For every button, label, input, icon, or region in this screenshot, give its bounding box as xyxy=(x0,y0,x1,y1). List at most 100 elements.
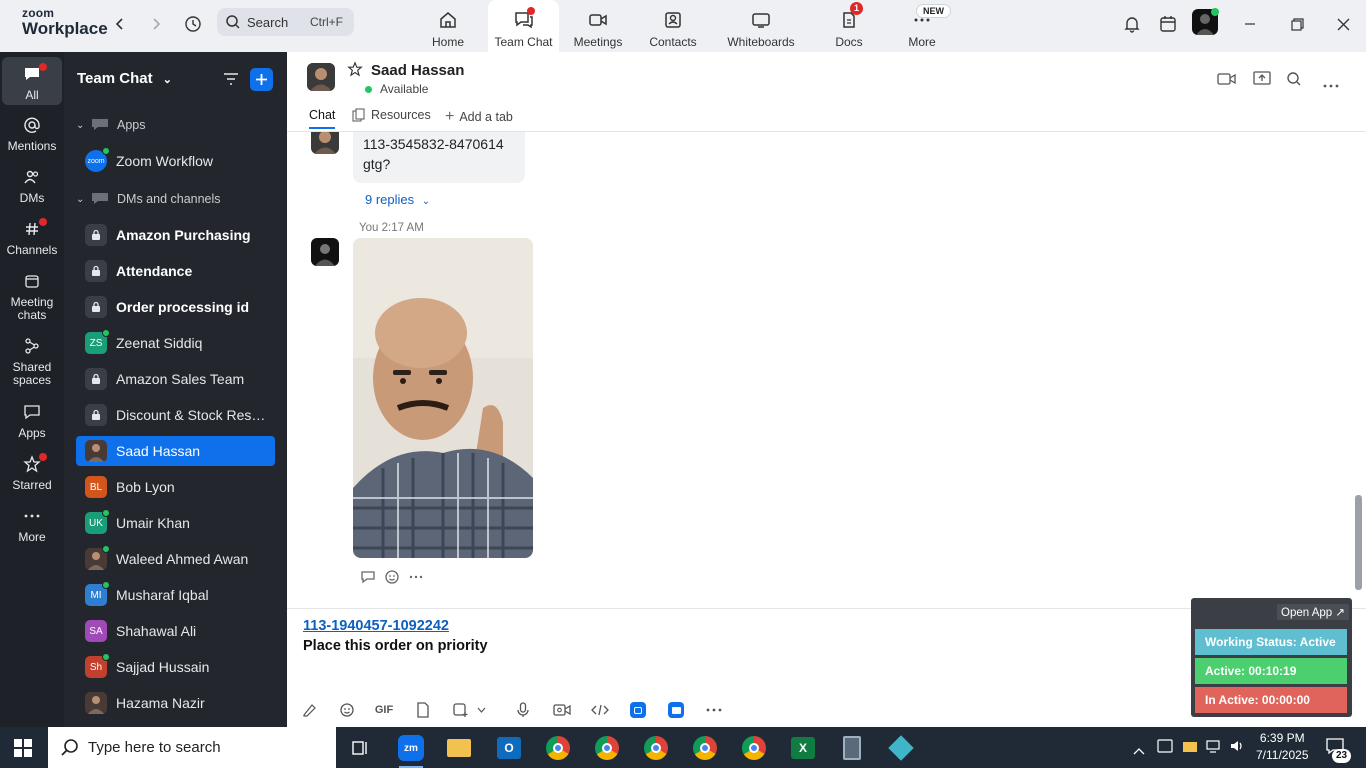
sidebar-item-hazama-nazir[interactable]: Hazama Nazir xyxy=(76,688,275,718)
video-call-icon[interactable] xyxy=(1217,72,1237,91)
app-zoom-workflow[interactable]: zoom Zoom Workflow xyxy=(76,146,275,176)
rail-shared-spaces[interactable]: Shared spaces xyxy=(2,335,62,387)
network-icon[interactable] xyxy=(1205,739,1221,758)
rail-more[interactable]: More xyxy=(2,505,62,544)
app-shortcut-icon[interactable] xyxy=(628,701,648,719)
sidebar-title[interactable]: Team Chat ⌄ xyxy=(77,70,172,87)
tab-chat[interactable]: Chat xyxy=(309,108,336,129)
open-app-button[interactable]: Open App ↗ xyxy=(1277,604,1349,620)
video-message-icon[interactable] xyxy=(552,701,572,719)
task-view-icon[interactable] xyxy=(345,733,375,763)
zoom-taskbar-icon[interactable]: zm xyxy=(396,733,426,768)
volume-icon[interactable] xyxy=(1229,739,1245,758)
tray-app-icon[interactable] xyxy=(1157,739,1173,758)
sidebar-item-amazon-sales-team[interactable]: Amazon Sales Team xyxy=(76,364,275,394)
add-tab-button[interactable]: + Add a tab xyxy=(445,108,513,126)
contact-avatar[interactable] xyxy=(307,63,335,91)
chrome-profile-4-icon[interactable] xyxy=(690,733,720,763)
share-screen-icon[interactable] xyxy=(1253,70,1271,91)
excel-icon[interactable]: X xyxy=(788,733,818,763)
rail-apps[interactable]: Apps xyxy=(2,401,62,440)
back-icon[interactable] xyxy=(108,12,132,36)
sidebar-item-umair-khan[interactable]: UK Umair Khan xyxy=(76,508,275,538)
dms-section-header[interactable]: ⌄ DMs and channels xyxy=(76,192,221,206)
rail-all[interactable]: All xyxy=(2,57,62,105)
sidebar-item-amazon-purchasing[interactable]: Amazon Purchasing xyxy=(76,220,275,250)
star-icon[interactable] xyxy=(347,61,363,82)
contact-name[interactable]: Saad Hassan xyxy=(371,62,464,79)
sidebar-item-saad-hassan[interactable]: Saad Hassan xyxy=(76,436,275,466)
add-reaction-icon[interactable] xyxy=(383,568,401,586)
tray-folder-icon[interactable] xyxy=(1182,739,1198,758)
composer-order-link[interactable]: 113-1940457-1092242 xyxy=(303,618,449,634)
rail-meeting-chats[interactable]: Meeting chats xyxy=(2,270,62,322)
sidebar-item-order-processing-id[interactable]: Order processing id xyxy=(76,292,275,322)
search-icon[interactable] xyxy=(1286,71,1302,92)
microphone-icon[interactable] xyxy=(513,701,533,719)
chevron-down-icon[interactable] xyxy=(475,701,487,719)
tab-team-chat[interactable]: Team Chat xyxy=(488,0,559,52)
chat-scrollbar[interactable] xyxy=(1355,495,1362,590)
show-hidden-icons-icon[interactable] xyxy=(1133,742,1145,760)
plus-icon xyxy=(256,74,267,85)
screenshot-icon[interactable] xyxy=(450,701,470,719)
chrome-icon[interactable] xyxy=(543,733,573,763)
message-more-icon[interactable] xyxy=(407,568,425,586)
sidebar-item-waleed-ahmed-awan[interactable]: Waleed Ahmed Awan xyxy=(76,544,275,574)
filter-icon[interactable] xyxy=(222,71,240,92)
more-tools-icon[interactable] xyxy=(704,701,724,719)
message-list: 113-3545832-8470614 gtg? 9 replies ⌄ You… xyxy=(287,132,1366,608)
app-shortcut-2-icon[interactable] xyxy=(666,701,686,719)
tab-resources[interactable]: Resources xyxy=(352,108,431,122)
calculator-icon[interactable] xyxy=(837,733,867,763)
sidebar-item-discount-stock-reser[interactable]: Discount & Stock Reser... xyxy=(76,400,275,430)
tab-docs[interactable]: 1 Docs xyxy=(823,0,875,52)
tab-home[interactable]: Home xyxy=(421,0,475,52)
reply-in-thread-icon[interactable] xyxy=(359,568,377,586)
message-bubble[interactable]: 113-3545832-8470614 gtg? xyxy=(353,132,525,183)
chrome-profile-2-icon[interactable] xyxy=(592,733,622,763)
gif-button[interactable]: GIF xyxy=(373,701,395,719)
search-input[interactable]: Search Ctrl+F xyxy=(217,8,354,36)
rail-dms[interactable]: DMs xyxy=(2,166,62,205)
restore-icon[interactable] xyxy=(1285,12,1309,36)
composer-text[interactable]: Place this order on priority xyxy=(303,638,488,654)
apps-section-header[interactable]: ⌄ Apps xyxy=(76,118,146,132)
sidebar-item-sajjad-hussain[interactable]: Sh Sajjad Hussain xyxy=(76,652,275,682)
sidebar-item-label: Order processing id xyxy=(116,299,250,315)
sidebar-item-attendance[interactable]: Attendance xyxy=(76,256,275,286)
sidebar-item-bob-lyon[interactable]: BL Bob Lyon xyxy=(76,472,275,502)
sidebar-item-shahawal-ali[interactable]: SA Shahawal Ali xyxy=(76,616,275,646)
outlook-icon[interactable]: O xyxy=(494,733,524,763)
replies-link[interactable]: 9 replies ⌄ xyxy=(365,192,430,207)
chrome-profile-5-icon[interactable] xyxy=(739,733,769,763)
system-clock[interactable]: 6:39 PM 7/11/2025 xyxy=(1256,730,1309,764)
tab-meetings[interactable]: Meetings xyxy=(571,0,625,52)
tab-more[interactable]: NEW More xyxy=(896,0,951,52)
bell-icon[interactable] xyxy=(1120,12,1144,36)
calendar-icon[interactable] xyxy=(1156,12,1180,36)
file-explorer-icon[interactable] xyxy=(444,733,474,763)
file-icon[interactable] xyxy=(413,701,433,719)
sidebar-item-musharaf-iqbal[interactable]: MI Musharaf Iqbal xyxy=(76,580,275,610)
taskbar-search-input[interactable]: Type here to search xyxy=(48,727,336,768)
app-diamond-icon[interactable] xyxy=(886,733,916,763)
rail-channels[interactable]: Channels xyxy=(2,218,62,257)
tab-contacts[interactable]: Contacts xyxy=(646,0,700,52)
windows-start-icon[interactable] xyxy=(14,739,32,762)
tab-whiteboards[interactable]: Whiteboards xyxy=(723,0,799,52)
rail-mentions[interactable]: Mentions xyxy=(2,114,62,153)
close-icon[interactable] xyxy=(1331,12,1355,36)
forward-icon[interactable] xyxy=(144,12,168,36)
sidebar-item-zeenat-siddiq[interactable]: ZS Zeenat Siddiq xyxy=(76,328,275,358)
shared-photo[interactable] xyxy=(353,238,533,558)
more-options-icon[interactable] xyxy=(1323,76,1339,94)
code-snippet-icon[interactable] xyxy=(590,701,610,719)
minimize-icon[interactable] xyxy=(1238,12,1262,36)
new-chat-button[interactable] xyxy=(250,68,273,91)
rail-starred[interactable]: Starred xyxy=(2,453,62,492)
history-icon[interactable] xyxy=(181,12,205,36)
chrome-profile-3-icon[interactable] xyxy=(641,733,671,763)
format-icon[interactable] xyxy=(300,701,320,719)
emoji-icon[interactable] xyxy=(337,701,357,719)
